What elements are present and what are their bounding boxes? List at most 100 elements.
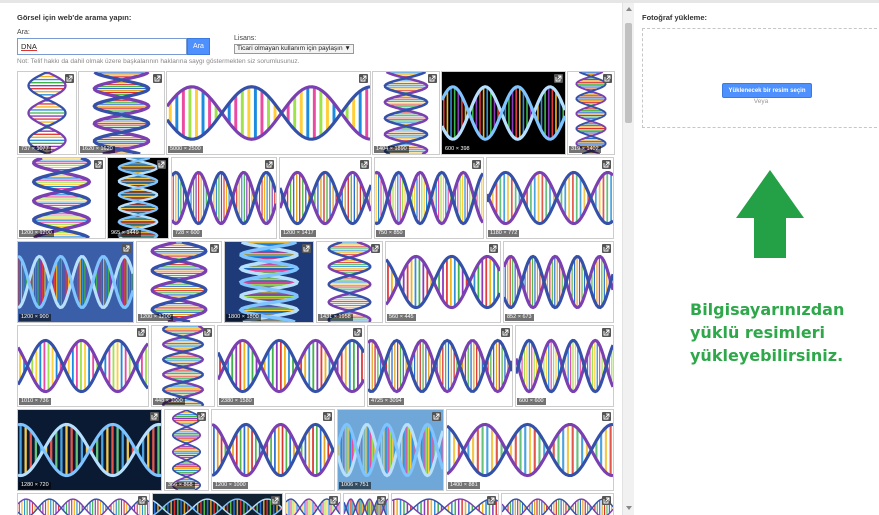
result-tile[interactable]	[17, 493, 150, 515]
open-external-icon[interactable]	[603, 74, 612, 83]
dna-thumbnail-image	[502, 498, 613, 515]
annotation-line-3: yükleyebilirsiniz.	[690, 346, 844, 365]
result-tile[interactable]	[501, 493, 614, 515]
open-external-icon[interactable]	[137, 328, 146, 337]
dna-thumbnail-image	[442, 85, 565, 141]
upload-title: Fotoğraf yükleme:	[642, 13, 708, 22]
dna-thumbnail-image	[212, 422, 334, 478]
result-tile[interactable]: 600 × 398	[441, 71, 566, 155]
result-tile[interactable]: 560 × 445	[385, 241, 501, 323]
open-external-icon[interactable]	[302, 244, 311, 253]
image-size-label: 1006 × 751	[339, 482, 371, 489]
open-external-icon[interactable]	[487, 496, 496, 505]
result-tile[interactable]: 728 × 600	[171, 157, 277, 239]
result-tile[interactable]	[285, 493, 341, 515]
scroll-thumb[interactable]	[625, 23, 632, 123]
choose-image-button[interactable]: Yüklenecek bir resim seçin	[722, 83, 812, 98]
open-external-icon[interactable]	[371, 244, 380, 253]
dna-thumbnail-image	[504, 254, 613, 310]
open-external-icon[interactable]	[153, 74, 162, 83]
result-tile[interactable]: 1200 × 1000	[211, 409, 335, 491]
result-tile[interactable]: 5000 × 2500	[166, 71, 371, 155]
result-tile[interactable]: 750 × 850	[374, 157, 484, 239]
result-tile[interactable]	[391, 493, 499, 515]
open-external-icon[interactable]	[554, 74, 563, 83]
dna-thumbnail-image	[368, 338, 512, 394]
result-tile[interactable]: 366 × 868	[164, 409, 209, 491]
dna-thumbnail-image	[238, 242, 300, 322]
dna-thumbnail-image	[218, 338, 364, 394]
image-size-label: 728 × 600	[173, 230, 202, 237]
result-tile[interactable]: 1010 × 736	[17, 325, 149, 407]
result-tile[interactable]: 1280 × 720	[17, 409, 162, 491]
open-external-icon[interactable]	[150, 412, 159, 421]
result-tile[interactable]: 1431 × 1958	[316, 241, 383, 323]
search-input[interactable]	[17, 38, 187, 55]
image-size-label: 448 × 1000	[153, 398, 185, 405]
result-tile[interactable]: 319 × 1402	[567, 71, 615, 155]
open-external-icon[interactable]	[353, 328, 362, 337]
open-external-icon[interactable]	[501, 328, 510, 337]
result-tile[interactable]: 1200 × 1200	[136, 241, 222, 323]
open-external-icon[interactable]	[94, 160, 103, 169]
search-panel-title: Görsel için web'de arama yapın:	[17, 13, 132, 22]
open-external-icon[interactable]	[602, 496, 611, 505]
result-tile[interactable]: 1400 × 881	[446, 409, 614, 491]
result-tile[interactable]: 737 × 1077	[17, 71, 77, 155]
dna-thumbnail-image	[167, 85, 370, 141]
open-external-icon[interactable]	[138, 496, 147, 505]
open-external-icon[interactable]	[329, 496, 338, 505]
result-tile[interactable]: 448 × 1000	[151, 325, 215, 407]
result-tile[interactable]	[343, 493, 389, 515]
scrollbar[interactable]	[622, 3, 634, 515]
open-external-icon[interactable]	[157, 160, 166, 169]
open-external-icon[interactable]	[203, 328, 212, 337]
open-external-icon[interactable]	[472, 160, 481, 169]
result-tile[interactable]: 1180 × 772	[486, 157, 614, 239]
open-external-icon[interactable]	[602, 244, 611, 253]
or-text: Veya	[753, 98, 769, 105]
dropzone[interactable]: Resmi buraya sürükleyin Veya	[642, 28, 879, 128]
open-external-icon[interactable]	[197, 412, 206, 421]
open-external-icon[interactable]	[489, 244, 498, 253]
open-external-icon[interactable]	[360, 160, 369, 169]
result-tile[interactable]: 1800 × 1800	[224, 241, 314, 323]
dna-thumbnail-image	[153, 498, 282, 515]
dna-thumbnail-image	[280, 170, 371, 226]
open-external-icon[interactable]	[428, 74, 437, 83]
result-tile[interactable]: 965 × 1449	[107, 157, 169, 239]
result-tile[interactable]: 1200 × 1417	[279, 157, 372, 239]
result-tile[interactable]: 4725 × 3094	[367, 325, 513, 407]
open-external-icon[interactable]	[271, 496, 280, 505]
result-tile[interactable]: 1404 × 1890	[372, 71, 440, 155]
copyright-note: Not: Telif hakkı da dahil olmak üzere ba…	[17, 58, 300, 65]
image-size-label: 366 × 868	[166, 482, 195, 489]
image-size-label: 600 × 600	[517, 398, 546, 405]
result-tile[interactable]: 600 × 600	[515, 325, 614, 407]
open-external-icon[interactable]	[323, 412, 332, 421]
open-external-icon[interactable]	[432, 412, 441, 421]
dna-thumbnail-image	[392, 498, 498, 515]
search-button[interactable]: Ara	[187, 38, 210, 55]
open-external-icon[interactable]	[210, 244, 219, 253]
open-external-icon[interactable]	[602, 412, 611, 421]
open-external-icon[interactable]	[122, 244, 131, 253]
open-external-icon[interactable]	[359, 74, 368, 83]
open-external-icon[interactable]	[265, 160, 274, 169]
result-tile[interactable]: 1200 × 900	[17, 241, 134, 323]
result-tile[interactable]: 852 × 673	[503, 241, 614, 323]
result-tile[interactable]: 1006 × 751	[337, 409, 444, 491]
image-size-label: 1280 × 720	[19, 482, 51, 489]
result-tile[interactable]: 2380 × 1580	[217, 325, 365, 407]
result-tile[interactable]	[152, 493, 283, 515]
license-select[interactable]: Ticari olmayan kullanım için paylaşın ▼	[234, 44, 354, 54]
open-external-icon[interactable]	[65, 74, 74, 83]
result-tile[interactable]: 1200 × 1200	[17, 157, 106, 239]
result-tile[interactable]: 1620 × 1620	[78, 71, 165, 155]
open-external-icon[interactable]	[377, 496, 386, 505]
open-external-icon[interactable]	[602, 328, 611, 337]
open-external-icon[interactable]	[602, 160, 611, 169]
image-size-label: 600 × 398	[443, 146, 472, 153]
scroll-down-icon[interactable]	[626, 506, 632, 510]
scroll-up-icon[interactable]	[626, 7, 632, 11]
